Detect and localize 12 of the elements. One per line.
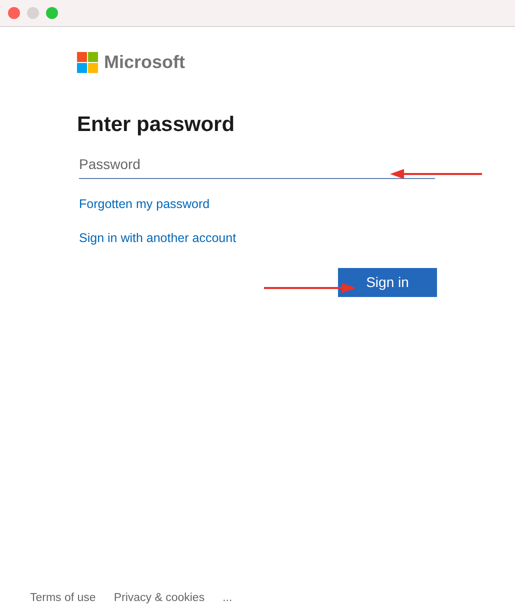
footer-link[interactable]: Terms of use xyxy=(30,590,96,607)
window-control-button[interactable] xyxy=(27,7,39,19)
forgot-password-link[interactable]: Forgotten my password xyxy=(79,194,437,214)
brand-name: Microsoft xyxy=(104,51,185,74)
logo-icon xyxy=(77,52,98,73)
sign-in-button[interactable]: Sign in xyxy=(338,268,437,297)
window-control-button[interactable] xyxy=(46,7,58,19)
footer-link[interactable]: ... xyxy=(222,590,232,607)
footer-link[interactable]: Privacy & cookies xyxy=(114,590,205,607)
other-account-link[interactable]: Sign in with another account xyxy=(79,229,437,248)
window-control-button[interactable] xyxy=(8,7,20,19)
page-heading: Enter password xyxy=(77,112,236,138)
